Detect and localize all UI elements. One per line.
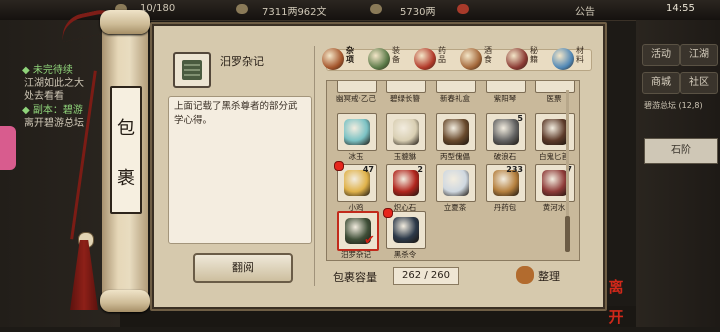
- item-icon: [393, 170, 419, 196]
- inventory-slot[interactable]: [535, 113, 575, 151]
- gold-icon: [370, 4, 382, 14]
- community-button[interactable]: 社区: [680, 72, 718, 94]
- inventory-slot[interactable]: [436, 164, 476, 202]
- capacity-value: 262 / 260: [393, 267, 459, 285]
- item-icon: [542, 119, 568, 145]
- item-count: 2: [417, 165, 423, 174]
- item-icon: [393, 217, 419, 243]
- silver-value: 7311两962文: [262, 7, 327, 18]
- inventory-slot[interactable]: [436, 81, 476, 93]
- tab-4[interactable]: 秘籍: [506, 46, 544, 72]
- selected-check-icon: ✔: [364, 233, 375, 248]
- inventory-slot[interactable]: [337, 113, 377, 151]
- panel-divider: [314, 46, 315, 286]
- item-icon: [344, 119, 370, 145]
- quest-desc-2: 处去看看: [24, 91, 64, 102]
- scroll-book-icon: [182, 60, 202, 80]
- silver-icon: [236, 4, 248, 14]
- map-object-button[interactable]: 石阶: [644, 138, 718, 164]
- item-name: 黄河水: [542, 203, 566, 212]
- dungeon-desc: 离开碧游总坛: [24, 118, 84, 129]
- tab-0[interactable]: 杂项: [322, 46, 360, 72]
- tab-1[interactable]: 装备: [368, 46, 406, 72]
- spine-char-1: 包: [117, 118, 135, 139]
- item-name: 医票: [546, 94, 562, 103]
- inventory-slot[interactable]: [436, 113, 476, 151]
- tab-icon: [322, 48, 344, 70]
- selected-item-icon: [173, 52, 211, 88]
- new-item-dot-icon: [383, 208, 393, 218]
- tab-2[interactable]: 药品: [414, 46, 452, 72]
- inventory-slot[interactable]: [386, 81, 426, 93]
- item-name: 白鬼匕首: [539, 152, 569, 161]
- clock: 14:55: [666, 3, 695, 14]
- inventory-scroll-thumb[interactable]: [565, 216, 570, 252]
- tab-label: 药品: [438, 46, 446, 64]
- tab-label: 装备: [392, 46, 400, 64]
- close-button[interactable]: 离开: [602, 272, 630, 326]
- shop-button[interactable]: 商城: [642, 72, 680, 94]
- sort-button-label: 整理: [538, 270, 560, 283]
- inventory-slot[interactable]: [535, 81, 575, 93]
- item-count: 47: [362, 165, 374, 174]
- inventory-slot[interactable]: 2: [386, 164, 426, 202]
- selected-item-name: 汨罗杂记: [220, 55, 264, 68]
- location-text: 碧游总坛 (12,8): [644, 101, 703, 110]
- recharge-icon[interactable]: [457, 4, 469, 14]
- new-item-dot-icon: [334, 161, 344, 171]
- tab-5[interactable]: 材料: [552, 46, 590, 72]
- tab-label: 秘籍: [530, 46, 538, 64]
- item-description: 上面记载了黑杀尊者的部分武学心得。: [174, 101, 298, 126]
- inventory-slot[interactable]: 5: [486, 113, 526, 151]
- gold-value: 5730两: [400, 7, 436, 18]
- item-icon: [493, 119, 519, 145]
- spine-char-2: 裹: [117, 168, 135, 189]
- scroll-roller-top: [100, 10, 150, 34]
- side-event-tab[interactable]: [0, 126, 16, 170]
- item-count: 5: [517, 114, 523, 123]
- tab-icon: [414, 48, 436, 70]
- inventory-slot[interactable]: [386, 211, 426, 249]
- item-icon: [393, 119, 419, 145]
- tab-label: 材料: [576, 46, 584, 64]
- inventory-slot[interactable]: 47: [337, 164, 377, 202]
- item-icon: [443, 170, 469, 196]
- inventory-slot[interactable]: [386, 113, 426, 151]
- tab-label: 酒食: [484, 46, 492, 64]
- tab-3[interactable]: 酒食: [460, 46, 498, 72]
- announcement-button[interactable]: 公告: [575, 3, 595, 18]
- tab-icon: [552, 48, 574, 70]
- tab-icon: [460, 48, 482, 70]
- item-icon: [443, 119, 469, 145]
- capacity-label: 包裹容量: [333, 271, 377, 284]
- sort-button[interactable]: 整理: [516, 264, 570, 286]
- jianghu-button[interactable]: 江湖: [680, 44, 718, 66]
- scroll-roller-bottom: [100, 290, 150, 312]
- tab-icon: [368, 48, 390, 70]
- tab-label: 杂项: [346, 46, 354, 64]
- bag-icon: [516, 266, 534, 284]
- right-menu-panel: 活动 江湖 商城 社区 碧游总坛 (12,8) 石阶: [636, 20, 720, 327]
- item-name: 黑杀令: [393, 250, 417, 259]
- read-button[interactable]: 翻阅: [193, 253, 293, 283]
- inventory-slot[interactable]: [486, 81, 526, 93]
- inventory-slot[interactable]: 7: [535, 164, 575, 202]
- scroll-spine-label: 包 裹: [110, 86, 142, 214]
- inventory-slot[interactable]: [337, 81, 377, 93]
- activity-button[interactable]: 活动: [642, 44, 680, 66]
- item-icon: [542, 170, 568, 196]
- tab-icon: [506, 48, 528, 70]
- item-count: 233: [506, 165, 523, 174]
- inventory-slot[interactable]: 233: [486, 164, 526, 202]
- inventory-grid: 幽冥戒·乙己 碧绿长簪 新春礼盒 紫阳琴 医票 冰玉 玉貔貅 丙型傀儡 5 破浪石 白鬼匕首 47 小鸡…: [326, 80, 580, 261]
